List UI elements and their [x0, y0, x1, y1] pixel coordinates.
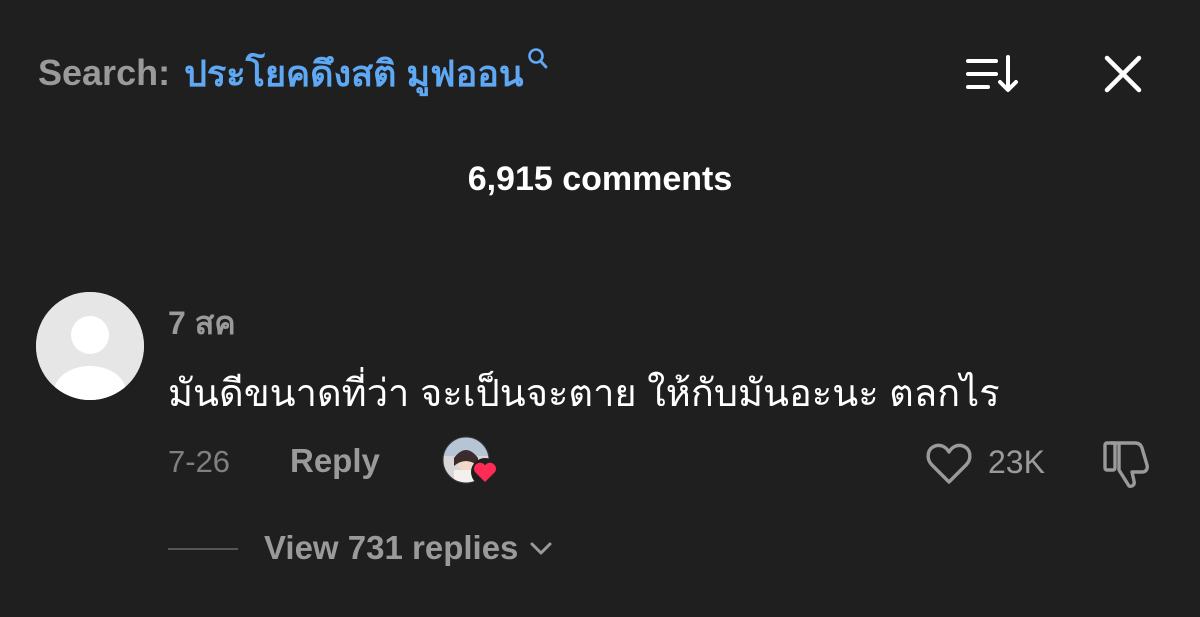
thumbs-down-icon [1103, 441, 1149, 488]
like-button[interactable] [922, 438, 976, 488]
sort-button[interactable] [964, 52, 1022, 96]
avatar[interactable] [36, 292, 144, 400]
view-replies-label: View 731 replies [264, 529, 519, 566]
comment-text: มันดีขนาดที่ว่า จะเป็นจะตาย ให้กับมันอะน… [168, 373, 1000, 415]
reply-button[interactable]: Reply [290, 442, 380, 480]
view-replies-button[interactable]: View 731 replies [264, 526, 554, 570]
close-button[interactable] [1098, 50, 1148, 98]
like-count: 23K [988, 444, 1045, 480]
comments-panel: Search: ประโยคดึงสติ มูฟออน 6,915 commen… [0, 0, 1200, 617]
sort-icon [966, 55, 1018, 92]
comment-author[interactable]: 7 สค [168, 298, 236, 349]
dislike-button[interactable] [1100, 436, 1158, 490]
chevron-down-icon [530, 542, 552, 555]
search-icon [527, 48, 547, 69]
comments-count: 6,915 comments [467, 160, 733, 198]
search-prefix: Search: [38, 52, 171, 93]
heart-badge-icon [471, 458, 499, 486]
comment-date: 7-26 [168, 444, 231, 479]
replies-divider [168, 548, 238, 550]
creator-liked-avatar [442, 436, 499, 486]
close-icon [1104, 55, 1142, 93]
search-query-link[interactable]: ประโยคดึงสติ มูฟออน [184, 45, 523, 102]
heart-outline-icon [926, 443, 972, 484]
search-title: Search: ประโยคดึงสติ มูฟออน [38, 48, 550, 98]
default-avatar-icon [36, 292, 144, 400]
